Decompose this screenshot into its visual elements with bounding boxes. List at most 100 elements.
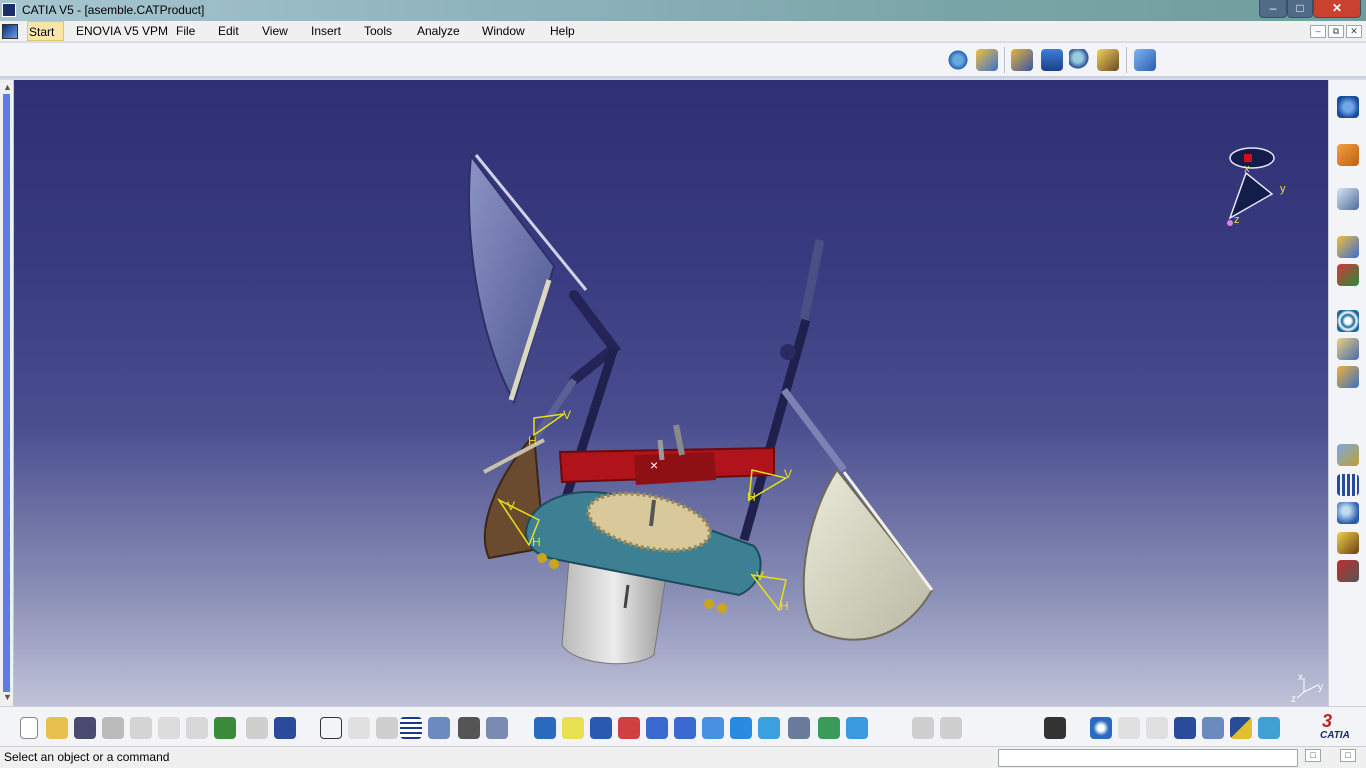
start-logo-icon[interactable] — [2, 24, 18, 39]
magnify-icon[interactable] — [1174, 717, 1196, 739]
cursor-icon[interactable] — [1134, 49, 1156, 71]
menu-analyze[interactable]: Analyze — [417, 24, 460, 38]
doc-minimize-button[interactable]: – — [1310, 25, 1326, 38]
cut-icon[interactable] — [130, 717, 152, 739]
menu-enovia[interactable]: ENOVIA V5 VPM — [76, 24, 168, 38]
catia-logo-digit: 3 — [1322, 711, 1333, 731]
fly-icon[interactable] — [976, 49, 998, 71]
house-icon[interactable] — [1337, 366, 1359, 388]
swap-visible-icon[interactable] — [818, 717, 840, 739]
swap-icon[interactable] — [1337, 188, 1359, 210]
catalog2-icon[interactable] — [486, 717, 508, 739]
component-icon[interactable] — [1337, 338, 1359, 360]
title-bar: CATIA V5 - [asemble.CATProduct] – □ ✕ — [0, 0, 1366, 21]
red-support-bar[interactable]: × — [558, 424, 775, 485]
menu-help[interactable]: Help — [550, 24, 575, 38]
assembly-model[interactable]: × V H V H V H V H x y z x y z — [14, 80, 1328, 706]
torch-icon[interactable] — [376, 717, 398, 739]
command-input[interactable] — [998, 749, 1298, 767]
minimize-button[interactable]: – — [1259, 0, 1287, 18]
pan-icon[interactable] — [590, 717, 612, 739]
chain-icon[interactable] — [1337, 444, 1359, 466]
scene-icon[interactable] — [428, 717, 450, 739]
menu-window[interactable]: Window — [482, 24, 525, 38]
menu-edit[interactable]: Edit — [218, 24, 239, 38]
vertical-scrollbar[interactable]: ▲ ▼ — [0, 80, 14, 706]
select-arrow-icon[interactable] — [1337, 144, 1359, 166]
maximize-button[interactable]: □ — [1287, 0, 1313, 18]
menu-file[interactable]: File — [176, 24, 195, 38]
hammer-icon[interactable] — [1337, 560, 1359, 582]
status-button[interactable]: □ — [1305, 749, 1321, 762]
lock-icon[interactable] — [458, 717, 480, 739]
copy-icon[interactable] — [158, 717, 180, 739]
doc-restore-button[interactable]: ⧉ — [1328, 25, 1344, 38]
hide-show-icon[interactable] — [788, 717, 810, 739]
comment-icon[interactable] — [348, 717, 370, 739]
tool2-icon[interactable] — [1202, 717, 1224, 739]
zoom-out-icon[interactable] — [674, 717, 696, 739]
print-icon[interactable] — [102, 717, 124, 739]
last-icon[interactable] — [1146, 717, 1168, 739]
doc-close-button[interactable]: ✕ — [1346, 25, 1362, 38]
product-icon[interactable] — [1337, 236, 1359, 258]
triad-y-label: y — [1318, 682, 1323, 693]
open-icon[interactable] — [46, 717, 68, 739]
scroll-down-icon[interactable]: ▼ — [3, 692, 12, 702]
search-icon[interactable] — [1069, 49, 1091, 71]
new-icon[interactable] — [20, 717, 38, 739]
rotate-view-icon[interactable] — [618, 717, 640, 739]
catalog-icon[interactable] — [1011, 49, 1033, 71]
menu-insert[interactable]: Insert — [311, 24, 341, 38]
formula-icon[interactable] — [320, 717, 342, 739]
list-icon[interactable] — [1337, 474, 1359, 496]
origin-marker-icon: × — [650, 457, 658, 473]
lower-right-blade[interactable] — [802, 468, 934, 641]
fit-all-icon[interactable] — [562, 717, 584, 739]
constraint-h-label: H — [532, 535, 541, 549]
prev-icon[interactable] — [940, 717, 962, 739]
menu-view[interactable]: View — [262, 24, 288, 38]
undo-icon[interactable] — [214, 717, 236, 739]
help-icon[interactable] — [274, 717, 296, 739]
save-icon[interactable] — [74, 717, 96, 739]
next-icon[interactable] — [912, 717, 934, 739]
pen-icon[interactable] — [1337, 532, 1359, 554]
measure-icon[interactable] — [846, 717, 868, 739]
redo-icon[interactable] — [246, 717, 268, 739]
colors-icon[interactable] — [1230, 717, 1252, 739]
constraint-h-label: H — [780, 599, 789, 613]
tools-icon[interactable] — [1097, 49, 1119, 71]
status-button-2[interactable]: □ — [1340, 749, 1356, 762]
target-icon[interactable] — [1090, 717, 1112, 739]
zoom-in-icon[interactable] — [646, 717, 668, 739]
constraint-h-label: H — [528, 434, 537, 448]
part-icon[interactable] — [1337, 264, 1359, 286]
render-icon[interactable] — [758, 717, 780, 739]
camera-icon[interactable] — [1044, 717, 1066, 739]
window-title: CATIA V5 - [asemble.CATProduct] — [22, 3, 205, 17]
views-icon[interactable] — [730, 717, 752, 739]
first-icon[interactable] — [1118, 717, 1140, 739]
paste-icon[interactable] — [186, 717, 208, 739]
normal-view-icon[interactable] — [702, 717, 724, 739]
left-arm[interactable] — [531, 290, 621, 522]
triad-x-label: x — [1298, 672, 1303, 683]
paint-icon[interactable] — [1258, 717, 1280, 739]
catia-logo: 3 CATIA — [1316, 711, 1362, 743]
menu-tools[interactable]: Tools — [364, 24, 392, 38]
scrollbar-thumb[interactable] — [3, 94, 10, 692]
menu-bar: Start ENOVIA V5 VPM File Edit View Inser… — [0, 21, 1366, 42]
menu-start[interactable]: Start — [27, 21, 65, 41]
3d-viewport[interactable]: × V H V H V H V H x y z x y z — [14, 80, 1328, 706]
upper-left-blade[interactable] — [468, 153, 588, 405]
sphere-icon[interactable] — [1337, 502, 1359, 524]
spiral-icon[interactable] — [1337, 310, 1359, 332]
rotate-icon[interactable] — [947, 49, 969, 71]
catia-workbench-icon[interactable] — [1337, 96, 1359, 118]
anchor-icon[interactable] — [1041, 49, 1063, 71]
close-button[interactable]: ✕ — [1313, 0, 1361, 18]
table-icon[interactable] — [400, 717, 422, 739]
scroll-up-icon[interactable]: ▲ — [3, 82, 12, 92]
fly-icon[interactable] — [534, 717, 556, 739]
